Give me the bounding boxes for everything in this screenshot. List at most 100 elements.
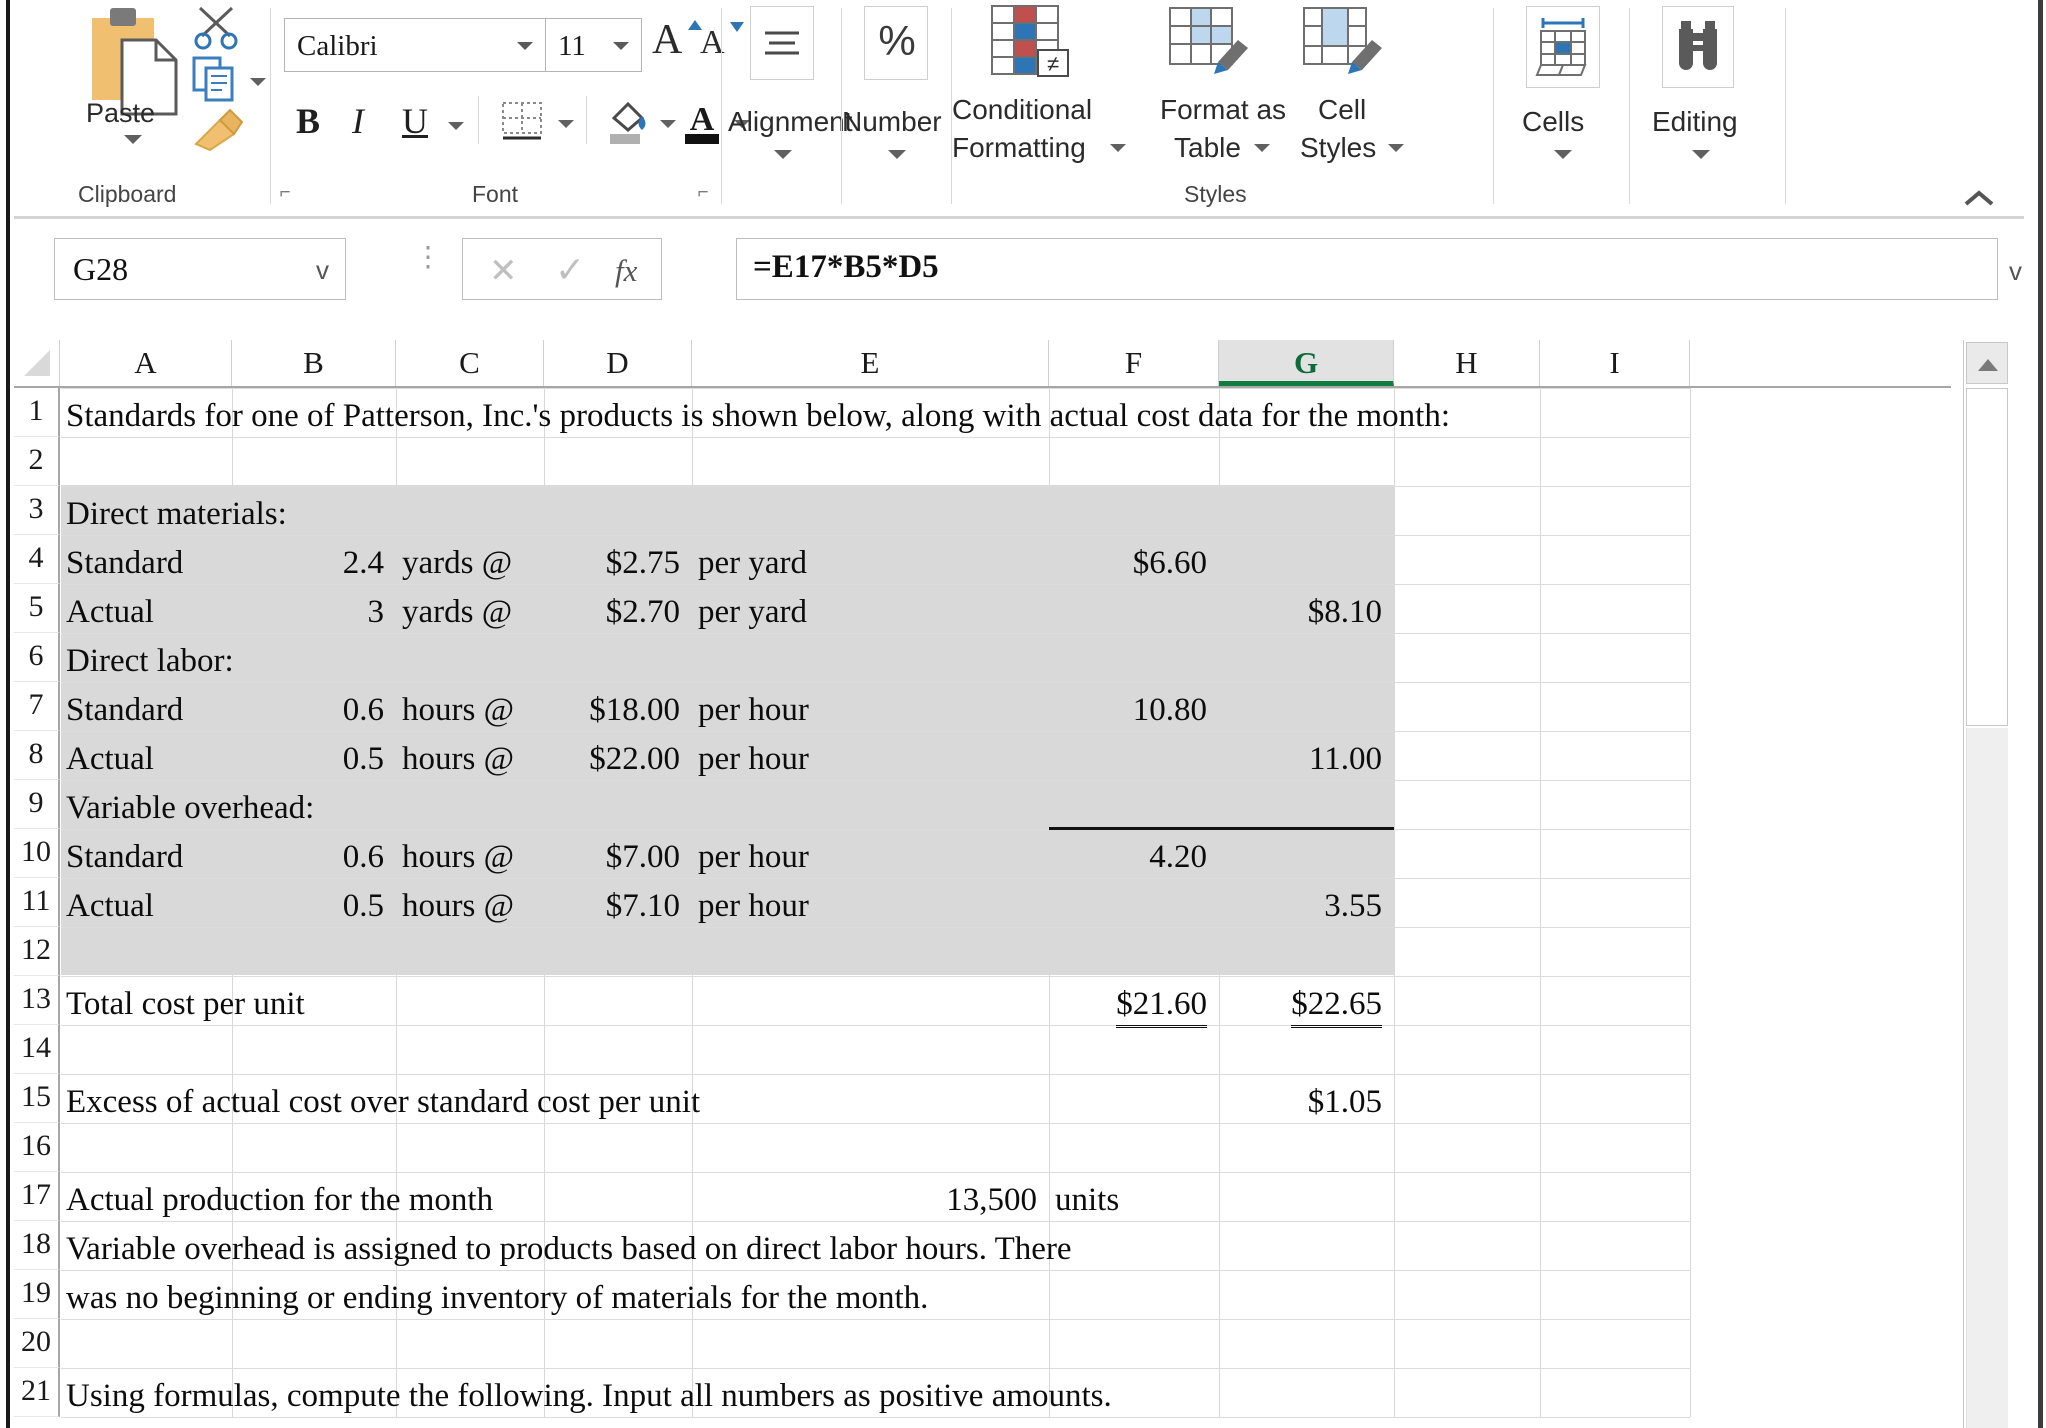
cell-B7[interactable]: 0.6 (232, 694, 384, 727)
cell-styles-button[interactable] (1302, 6, 1384, 78)
scroll-up-button[interactable] (1966, 342, 2008, 384)
row-header-9[interactable]: 9 (14, 780, 60, 829)
cell-E17[interactable]: 13,500 (692, 1184, 1037, 1217)
cell-D11[interactable]: $7.10 (544, 890, 680, 923)
cell-F13[interactable]: $21.60 (1049, 988, 1207, 1028)
cell-A5[interactable]: Actual (66, 596, 154, 629)
cell-E4[interactable]: per yard (698, 547, 807, 580)
expand-formula-bar-chevron-icon[interactable]: v (2009, 256, 2022, 287)
copy-dropdown-caret[interactable] (250, 78, 266, 86)
column-header-i[interactable]: I (1540, 340, 1690, 386)
cell-B4[interactable]: 2.4 (232, 547, 384, 580)
cell-A11[interactable]: Actual (66, 890, 154, 923)
cell-A21[interactable]: Using formulas, compute the following. I… (66, 1380, 1112, 1413)
row-header-8[interactable]: 8 (14, 731, 60, 780)
editing-button[interactable] (1662, 6, 1734, 88)
number-dropdown-caret[interactable] (888, 150, 906, 159)
cell-C8[interactable]: hours @ (402, 743, 514, 776)
vertical-scrollbar[interactable] (1963, 340, 2009, 1428)
cell-G8[interactable]: 11.00 (1219, 743, 1382, 776)
column-header-c[interactable]: C (396, 340, 544, 386)
cell-A8[interactable]: Actual (66, 743, 154, 776)
cell-C4[interactable]: yards @ (402, 547, 512, 580)
row-header-18[interactable]: 18 (14, 1221, 60, 1270)
cell-A18[interactable]: Variable overhead is assigned to product… (66, 1233, 1072, 1266)
conditional-formatting-dropdown-caret[interactable] (1110, 144, 1126, 152)
bold-button[interactable]: B (296, 100, 320, 142)
increase-font-size-button[interactable]: A (652, 16, 682, 64)
cell-G15[interactable]: $1.05 (1219, 1086, 1382, 1119)
font-name-combobox[interactable]: Calibri (284, 18, 546, 72)
fill-color-icon[interactable] (604, 96, 650, 146)
alignment-button[interactable] (750, 6, 814, 80)
cell-A9[interactable]: Variable overhead: (66, 792, 314, 825)
cell-A17[interactable]: Actual production for the month (66, 1184, 493, 1217)
cell-A1[interactable]: Standards for one of Patterson, Inc.'s p… (66, 400, 1450, 433)
cell-D5[interactable]: $2.70 (544, 596, 680, 629)
chevron-down-icon[interactable] (517, 42, 533, 50)
cell-F17[interactable]: units (1055, 1184, 1119, 1217)
cell-A3[interactable]: Direct materials: (66, 498, 287, 531)
font-size-combobox[interactable]: 11 (546, 18, 642, 72)
row-header-12[interactable]: 12 (14, 927, 60, 976)
row-header-2[interactable]: 2 (14, 437, 60, 486)
cell-C11[interactable]: hours @ (402, 890, 514, 923)
cell-A15[interactable]: Excess of actual cost over standard cost… (66, 1086, 700, 1119)
row-header-17[interactable]: 17 (14, 1172, 60, 1221)
row-header-11[interactable]: 11 (14, 878, 60, 927)
column-header-a[interactable]: A (60, 340, 232, 386)
cell-E10[interactable]: per hour (698, 841, 809, 874)
row-header-6[interactable]: 6 (14, 633, 60, 682)
scrollbar-thumb[interactable] (1966, 388, 2008, 726)
cell-C10[interactable]: hours @ (402, 841, 514, 874)
chevron-down-icon[interactable] (613, 42, 629, 50)
cell-B11[interactable]: 0.5 (232, 890, 384, 923)
name-box-chevron-down-icon[interactable]: v (316, 255, 329, 286)
borders-dropdown-caret[interactable] (558, 120, 574, 128)
underline-button[interactable]: U (402, 100, 428, 142)
row-header-14[interactable]: 14 (14, 1025, 60, 1074)
column-header-f[interactable]: F (1049, 340, 1219, 386)
cell-E7[interactable]: per hour (698, 694, 809, 727)
paste-dropdown-caret[interactable] (124, 135, 142, 144)
column-header-g[interactable]: G (1219, 340, 1394, 386)
cell-F10[interactable]: 4.20 (1049, 841, 1207, 874)
row-header-5[interactable]: 5 (14, 584, 60, 633)
cell-A7[interactable]: Standard (66, 694, 183, 727)
cell-G5[interactable]: $8.10 (1219, 596, 1382, 629)
row-header-10[interactable]: 10 (14, 829, 60, 878)
formula-input[interactable]: =E17*B5*D5 (736, 238, 1998, 300)
cell-D8[interactable]: $22.00 (544, 743, 680, 776)
row-header-1[interactable]: 1 (14, 388, 60, 437)
conditional-formatting-button[interactable]: ≠ (990, 4, 1080, 80)
cell-B10[interactable]: 0.6 (232, 841, 384, 874)
select-all-corner[interactable] (14, 340, 60, 386)
row-header-3[interactable]: 3 (14, 486, 60, 535)
copy-icon[interactable] (190, 54, 246, 104)
cell-D4[interactable]: $2.75 (544, 547, 680, 580)
cell-E11[interactable]: per hour (698, 890, 809, 923)
row-header-21[interactable]: 21 (14, 1368, 60, 1417)
fill-color-dropdown-caret[interactable] (660, 120, 676, 128)
cell-A4[interactable]: Standard (66, 547, 183, 580)
column-header-d[interactable]: D (544, 340, 692, 386)
row-header-19[interactable]: 19 (14, 1270, 60, 1319)
italic-button[interactable]: I (352, 100, 364, 142)
cell-styles-dropdown-caret[interactable] (1388, 144, 1404, 152)
cell-A10[interactable]: Standard (66, 841, 183, 874)
cell-D7[interactable]: $18.00 (544, 694, 680, 727)
row-header-15[interactable]: 15 (14, 1074, 60, 1123)
cell-C5[interactable]: yards @ (402, 596, 512, 629)
paintbrush-icon[interactable] (190, 108, 246, 158)
column-header-b[interactable]: B (232, 340, 396, 386)
editing-dropdown-caret[interactable] (1692, 150, 1710, 159)
format-as-table-button[interactable] (1168, 6, 1250, 78)
column-header-e[interactable]: E (692, 340, 1049, 386)
cell-G11[interactable]: 3.55 (1219, 890, 1382, 923)
row-header-20[interactable]: 20 (14, 1319, 60, 1368)
row-header-4[interactable]: 4 (14, 535, 60, 584)
cancel-x-icon[interactable]: ✕ (489, 251, 518, 291)
cell-D10[interactable]: $7.00 (544, 841, 680, 874)
cell-F7[interactable]: 10.80 (1049, 694, 1207, 727)
cell-E8[interactable]: per hour (698, 743, 809, 776)
